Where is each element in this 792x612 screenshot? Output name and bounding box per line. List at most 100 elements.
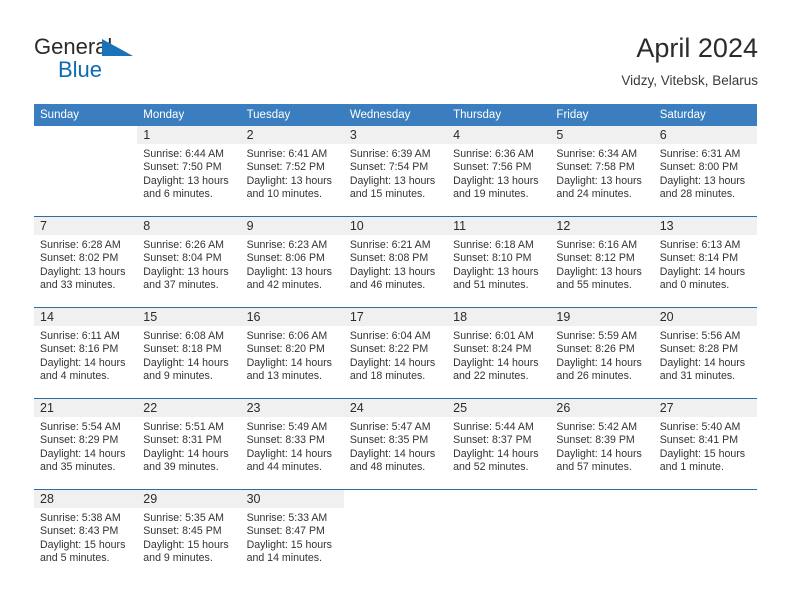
daylight-text-line1: Daylight: 15 hours xyxy=(143,538,229,551)
day-number: 25 xyxy=(447,399,551,417)
sunset-text: Sunset: 7:50 PM xyxy=(143,161,222,174)
daylight-text-line2: and 18 minutes. xyxy=(349,370,426,383)
calendar-week-row: 14 Sunrise: 6:11 AM Sunset: 8:16 PM Dayligh… xyxy=(34,307,757,398)
day-cell[interactable]: 28 Sunrise: 5:38 AM Sunset: 8:43 PM Dayligh… xyxy=(34,490,138,580)
calendar-week-row: 7 Sunrise: 6:28 AM Sunset: 8:02 PM Daylight… xyxy=(34,216,757,307)
day-info: Sunrise: 6:41 AM Sunset: 7:52 PM Daylight:… xyxy=(241,144,344,202)
day-number: 14 xyxy=(34,308,138,326)
daylight-text-line2: and 9 minutes. xyxy=(143,370,213,383)
day-cell[interactable]: 29 Sunrise: 5:35 AM Sunset: 8:45 PM Dayligh… xyxy=(137,490,241,580)
daylight-text-line1: Daylight: 13 hours xyxy=(453,174,539,187)
day-info: Sunrise: 6:44 AM Sunset: 7:50 PM Daylight:… xyxy=(137,144,240,202)
daylight-text-line1: Daylight: 14 hours xyxy=(556,447,642,460)
daylight-text-line2: and 22 minutes. xyxy=(453,370,529,383)
day-cell[interactable]: 19 Sunrise: 5:59 AM Sunset: 8:26 PM Dayligh… xyxy=(550,308,654,398)
sunset-text: Sunset: 8:18 PM xyxy=(143,343,222,356)
daylight-text-line2: and 28 minutes. xyxy=(659,188,736,201)
calendar-week-row: 28 Sunrise: 5:38 AM Sunset: 8:43 PM Dayligh… xyxy=(34,489,757,580)
day-cell[interactable]: 26 Sunrise: 5:42 AM Sunset: 8:39 PM Dayligh… xyxy=(550,399,654,489)
week-grid: 7 Sunrise: 6:28 AM Sunset: 8:02 PM Daylight… xyxy=(34,217,757,307)
day-cell-empty xyxy=(550,490,653,580)
day-number: 18 xyxy=(447,308,551,326)
day-cell[interactable]: 13 Sunrise: 6:13 AM Sunset: 8:14 PM Dayligh… xyxy=(653,217,757,307)
sunrise-text: Sunrise: 6:06 AM xyxy=(246,330,328,342)
daylight-text-line1: Daylight: 14 hours xyxy=(143,447,229,460)
daylight-text-line1: Daylight: 13 hours xyxy=(556,174,642,187)
day-cell[interactable]: 20 Sunrise: 5:56 AM Sunset: 8:28 PM Dayligh… xyxy=(653,308,757,398)
weekday-wednesday: Wednesday xyxy=(349,109,411,121)
day-cell[interactable]: 24 Sunrise: 5:47 AM Sunset: 8:35 PM Dayligh… xyxy=(343,399,448,489)
day-info: Sunrise: 6:26 AM Sunset: 8:04 PM Daylight:… xyxy=(137,235,240,293)
daylight-text-line1: Daylight: 14 hours xyxy=(453,447,539,460)
day-cell[interactable]: 10 Sunrise: 6:21 AM Sunset: 8:08 PM Dayligh… xyxy=(343,217,448,307)
brand-logo[interactable]: General Blue xyxy=(34,36,133,81)
daylight-text-line1: Daylight: 13 hours xyxy=(246,174,332,187)
day-info: Sunrise: 5:35 AM Sunset: 8:45 PM Daylight:… xyxy=(137,508,240,566)
day-cell[interactable]: 8 Sunrise: 6:26 AM Sunset: 8:04 PM Daylight… xyxy=(137,217,241,307)
day-cell[interactable]: 1 Sunrise: 6:44 AM Sunset: 7:50 PM Daylight… xyxy=(137,126,241,216)
day-cell[interactable]: 18 Sunrise: 6:01 AM Sunset: 8:24 PM Dayligh… xyxy=(447,308,551,398)
sunrise-text: Sunrise: 6:23 AM xyxy=(246,239,328,251)
day-cell[interactable]: 15 Sunrise: 6:08 AM Sunset: 8:18 PM Dayligh… xyxy=(137,308,241,398)
sunset-text: Sunset: 8:00 PM xyxy=(659,161,739,174)
sunset-text: Sunset: 8:14 PM xyxy=(659,252,739,265)
day-cell[interactable]: 14 Sunrise: 6:11 AM Sunset: 8:16 PM Dayligh… xyxy=(34,308,138,398)
day-info: Sunrise: 6:13 AM Sunset: 8:14 PM Daylight:… xyxy=(654,235,757,293)
sunset-text: Sunset: 7:56 PM xyxy=(453,161,532,174)
day-info xyxy=(654,508,757,512)
daylight-text-line1: Daylight: 14 hours xyxy=(453,356,539,369)
daylight-text-line1: Daylight: 14 hours xyxy=(349,356,436,369)
weekday-monday: Monday xyxy=(143,109,185,121)
day-cell[interactable]: 6 Sunrise: 6:31 AM Sunset: 8:00 PM Daylight… xyxy=(653,126,757,216)
day-cell[interactable]: 4 Sunrise: 6:36 AM Sunset: 7:56 PM Daylight… xyxy=(447,126,551,216)
daylight-text-line1: Daylight: 14 hours xyxy=(246,447,332,460)
daylight-text-line2: and 48 minutes. xyxy=(349,461,426,474)
sunset-text: Sunset: 8:31 PM xyxy=(143,434,222,447)
day-cell[interactable]: 7 Sunrise: 6:28 AM Sunset: 8:02 PM Daylight… xyxy=(34,217,138,307)
sunrise-text: Sunrise: 6:34 AM xyxy=(556,148,638,160)
day-number: 10 xyxy=(343,217,448,235)
day-number: 17 xyxy=(343,308,448,326)
day-info xyxy=(344,508,447,512)
daylight-text-line2: and 39 minutes. xyxy=(143,461,219,474)
day-cell[interactable]: 30 Sunrise: 5:33 AM Sunset: 8:47 PM Dayligh… xyxy=(240,490,344,580)
day-cell[interactable]: 2 Sunrise: 6:41 AM Sunset: 7:52 PM Daylight… xyxy=(240,126,344,216)
sunset-text: Sunset: 8:43 PM xyxy=(40,525,119,538)
day-cell[interactable]: 3 Sunrise: 6:39 AM Sunset: 7:54 PM Daylight… xyxy=(343,126,448,216)
day-info xyxy=(550,508,653,512)
daylight-text-line2: and 26 minutes. xyxy=(556,370,632,383)
day-number xyxy=(654,490,757,508)
week-grid: 28 Sunrise: 5:38 AM Sunset: 8:43 PM Dayligh… xyxy=(34,490,757,580)
day-number: 30 xyxy=(240,490,344,508)
day-cell[interactable]: 27 Sunrise: 5:40 AM Sunset: 8:41 PM Dayligh… xyxy=(653,399,757,489)
day-cell[interactable]: 9 Sunrise: 6:23 AM Sunset: 8:06 PM Daylight… xyxy=(240,217,344,307)
day-number: 8 xyxy=(137,217,241,235)
daylight-text-line2: and 37 minutes. xyxy=(143,279,219,292)
daylight-text-line1: Daylight: 14 hours xyxy=(659,265,746,278)
sunset-text: Sunset: 8:29 PM xyxy=(40,434,119,447)
day-info: Sunrise: 5:49 AM Sunset: 8:33 PM Daylight:… xyxy=(241,417,344,475)
day-cell[interactable]: 16 Sunrise: 6:06 AM Sunset: 8:20 PM Dayligh… xyxy=(240,308,344,398)
weekday-tuesday: Tuesday xyxy=(246,109,291,121)
day-cell[interactable]: 5 Sunrise: 6:34 AM Sunset: 7:58 PM Daylight… xyxy=(550,126,654,216)
day-number: 5 xyxy=(550,126,654,144)
daylight-text-line1: Daylight: 14 hours xyxy=(556,356,642,369)
sunrise-text: Sunrise: 5:40 AM xyxy=(659,421,741,433)
day-cell[interactable]: 17 Sunrise: 6:04 AM Sunset: 8:22 PM Dayligh… xyxy=(343,308,448,398)
day-cell[interactable]: 12 Sunrise: 6:16 AM Sunset: 8:12 PM Dayligh… xyxy=(550,217,654,307)
day-info: Sunrise: 6:21 AM Sunset: 8:08 PM Daylight:… xyxy=(344,235,447,293)
daylight-text-line1: Daylight: 14 hours xyxy=(143,356,229,369)
day-cell[interactable]: 23 Sunrise: 5:49 AM Sunset: 8:33 PM Dayligh… xyxy=(240,399,344,489)
daylight-text-line2: and 57 minutes. xyxy=(556,461,632,474)
sunrise-text: Sunrise: 6:21 AM xyxy=(349,239,431,251)
page-title: April 2024 xyxy=(636,33,758,63)
day-cell[interactable]: 11 Sunrise: 6:18 AM Sunset: 8:10 PM Dayligh… xyxy=(447,217,551,307)
day-cell[interactable]: 21 Sunrise: 5:54 AM Sunset: 8:29 PM Dayligh… xyxy=(34,399,138,489)
day-info: Sunrise: 6:04 AM Sunset: 8:22 PM Daylight:… xyxy=(344,326,447,384)
daylight-text-line2: and 13 minutes. xyxy=(246,370,322,383)
calendar-week-row: 21 Sunrise: 5:54 AM Sunset: 8:29 PM Dayligh… xyxy=(34,398,757,489)
sunset-text: Sunset: 7:52 PM xyxy=(246,161,325,174)
day-cell[interactable]: 25 Sunrise: 5:44 AM Sunset: 8:37 PM Dayligh… xyxy=(447,399,551,489)
sunset-text: Sunset: 8:24 PM xyxy=(453,343,532,356)
day-cell[interactable]: 22 Sunrise: 5:51 AM Sunset: 8:31 PM Dayligh… xyxy=(137,399,241,489)
